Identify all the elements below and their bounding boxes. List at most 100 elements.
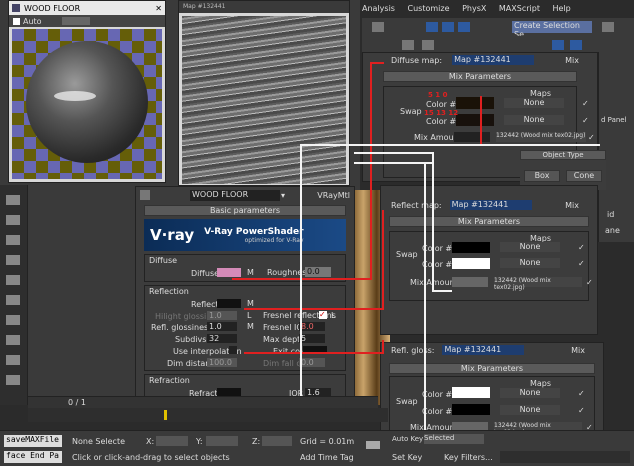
diffuse-mix-amount-field[interactable] — [454, 132, 490, 142]
toolbar-icon-1[interactable] — [372, 22, 384, 32]
diffuse-color-swatch[interactable] — [217, 268, 241, 277]
use-interp-checkbox[interactable] — [229, 346, 237, 354]
playback-controls[interactable] — [500, 451, 630, 463]
z-field[interactable] — [262, 436, 292, 446]
selection-set-dropdown[interactable]: Create Selection Se — [512, 21, 592, 39]
box-button[interactable]: Box — [524, 170, 560, 182]
toolbar-icon-7[interactable] — [422, 40, 434, 50]
roughness-field[interactable]: 0.0 — [305, 267, 331, 277]
reflect-color1-map[interactable]: None — [500, 242, 560, 252]
key-icon[interactable] — [366, 441, 380, 449]
reflect-color2-swatch[interactable] — [452, 258, 490, 269]
toolbar-icon-8[interactable] — [552, 40, 564, 50]
diffuse-color2-check[interactable]: ✓ — [582, 116, 589, 125]
reflect-color1-check[interactable]: ✓ — [578, 243, 585, 252]
diffuse-map-button[interactable]: M — [247, 268, 254, 277]
refl-gloss-color2-swatch[interactable] — [452, 404, 490, 415]
reflect-color2-map[interactable]: None — [500, 258, 560, 268]
dropdown-icon[interactable]: ▾ — [281, 191, 285, 200]
key-filters-button[interactable]: Key Filters... — [444, 453, 493, 462]
reflect-mix-params-rollout[interactable]: Mix Parameters — [389, 216, 589, 227]
add-time-tag-button[interactable]: Add Time Tag — [300, 453, 354, 462]
toolbar-icon-9[interactable] — [570, 40, 582, 50]
reflect-mix-check[interactable]: ✓ — [586, 278, 593, 287]
reflect-map-name[interactable]: Map #132441 — [449, 200, 532, 210]
diffuse-mix-check[interactable]: ✓ — [588, 133, 595, 142]
menu-help[interactable]: Help — [553, 4, 571, 13]
tool-icon-9[interactable] — [6, 355, 20, 365]
refl-gloss-map-name[interactable]: Map #132441 — [442, 345, 525, 355]
menu-maxscript[interactable]: MAXScript — [499, 4, 540, 13]
diffuse-color1-check[interactable]: ✓ — [582, 99, 589, 108]
material-name-field[interactable]: WOOD FLOOR — [190, 189, 280, 201]
reflect-color-swatch[interactable] — [217, 299, 241, 308]
x-field[interactable] — [156, 436, 188, 446]
refl-gloss-map-button[interactable]: M — [247, 322, 254, 331]
reflect-mix-amount-map[interactable]: 132442 (Wood mix tex02.jpg) — [494, 277, 582, 291]
maxscript-listener-2[interactable]: face End Pa — [4, 451, 62, 463]
y-field[interactable] — [206, 436, 238, 446]
menu-physx[interactable]: PhysX — [462, 4, 486, 13]
tool-icon-1[interactable] — [6, 195, 20, 205]
sample-slot[interactable] — [12, 29, 162, 179]
diffuse-map-name[interactable]: Map #132441 — [452, 55, 535, 65]
time-slider-marker[interactable] — [164, 410, 167, 420]
refl-gloss-color1-swatch[interactable] — [452, 387, 490, 398]
close-icon[interactable]: ✕ — [155, 4, 162, 13]
diffuse-color1-swatch[interactable] — [456, 97, 494, 109]
diffuse-mix-params-rollout[interactable]: Mix Parameters — [383, 71, 577, 82]
tool-icon-8[interactable] — [6, 335, 20, 345]
refl-gloss-map-type[interactable]: Mix — [571, 346, 585, 355]
diffuse-color2-map[interactable]: None — [504, 115, 564, 125]
maxscript-listener-1[interactable]: saveMAXFile — [4, 435, 62, 447]
menu-analysis[interactable]: Analysis — [362, 4, 395, 13]
tool-icon-5[interactable] — [6, 275, 20, 285]
timeline-ruler[interactable] — [28, 408, 388, 422]
reflect-map-type[interactable]: Mix — [565, 201, 579, 210]
tool-icon-4[interactable] — [6, 255, 20, 265]
diffuse-color1-map[interactable]: None — [504, 98, 564, 108]
refl-gloss-color1-check[interactable]: ✓ — [578, 389, 585, 398]
refl-gloss-swap-button[interactable]: Swap — [396, 397, 418, 406]
dim-falloff-field[interactable]: 0.0 — [299, 358, 325, 367]
fresnel-ior-field[interactable]: 8.0 — [299, 322, 325, 331]
subdivs-field[interactable]: 32 — [207, 334, 237, 343]
toolbar-icon-2[interactable] — [426, 22, 438, 32]
fresnel-refl-checkbox[interactable]: ✓ — [319, 311, 327, 319]
reflect-swap-button[interactable]: Swap — [396, 250, 418, 259]
hilight-lock-button[interactable]: L — [247, 311, 251, 320]
max-depth-field[interactable]: 5 — [299, 334, 325, 343]
reflect-map-button[interactable]: M — [247, 299, 254, 308]
dim-distance-field[interactable]: 100.0 — [207, 358, 237, 367]
material-type-button[interactable]: VRayMtl — [317, 191, 350, 200]
toolbar-icon-5[interactable] — [602, 22, 614, 32]
update-button[interactable] — [61, 17, 90, 25]
refl-gloss-mix-params-rollout[interactable]: Mix Parameters — [389, 363, 595, 374]
diffuse-mix-amount-map[interactable]: 132442 (Wood mix tex02.jpg) — [496, 132, 586, 142]
basic-params-rollout[interactable]: Basic parameters — [144, 205, 346, 216]
tool-icon-10[interactable] — [6, 375, 20, 385]
diffuse-map-type[interactable]: Mix — [565, 56, 579, 65]
toolbar-icon-3[interactable] — [442, 22, 454, 32]
set-key-button[interactable]: Set Key — [392, 453, 422, 462]
refl-gloss-color2-map[interactable]: None — [500, 405, 560, 415]
refl-gloss-color2-check[interactable]: ✓ — [578, 406, 585, 415]
tool-icon-2[interactable] — [6, 215, 20, 225]
reflect-color2-check[interactable]: ✓ — [578, 259, 585, 268]
toolbar-icon-4[interactable] — [458, 22, 470, 32]
auto-key-button[interactable]: Auto Key — [392, 435, 423, 443]
fresnel-lock-button[interactable]: L — [331, 311, 335, 320]
reflect-mix-amount-field[interactable] — [452, 277, 488, 287]
diffuse-color2-swatch[interactable] — [456, 114, 494, 126]
auto-checkbox[interactable] — [13, 17, 20, 25]
tool-icon-7[interactable] — [6, 315, 20, 325]
diffuse-swap-button[interactable]: Swap — [400, 107, 422, 116]
object-type-rollout[interactable]: Object Type — [520, 150, 606, 160]
refl-gloss-field[interactable]: 1.0 — [207, 322, 237, 331]
refl-gloss-color1-map[interactable]: None — [500, 388, 560, 398]
eyedropper-icon[interactable] — [140, 190, 150, 200]
cone-button[interactable]: Cone — [566, 170, 602, 182]
menu-customize[interactable]: Customize — [408, 4, 450, 13]
selected-dropdown[interactable]: Selected — [424, 434, 484, 444]
toolbar-icon-6[interactable] — [402, 40, 414, 50]
